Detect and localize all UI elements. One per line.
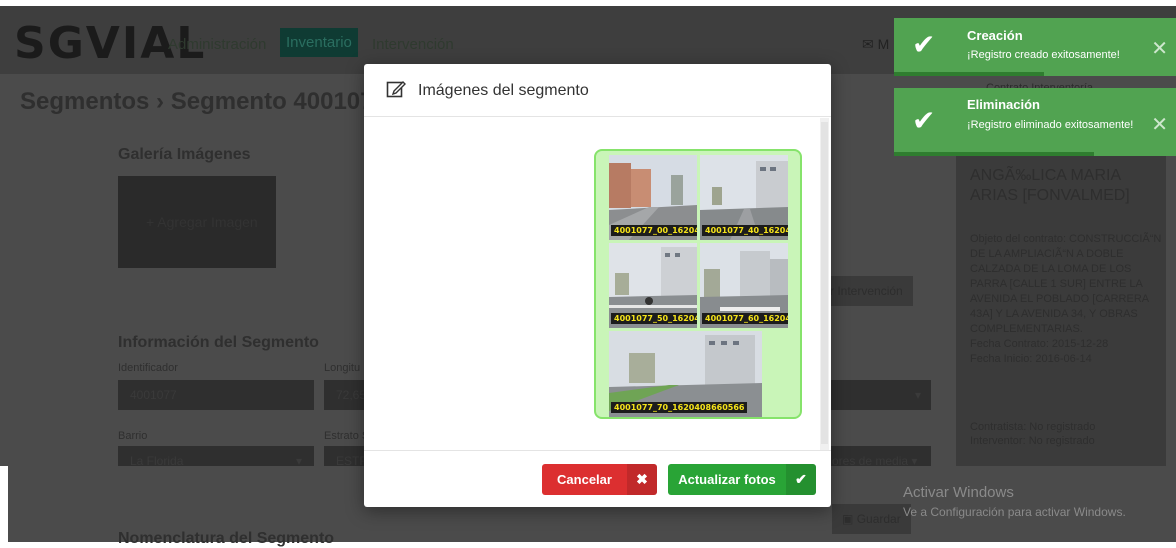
- toast-creation[interactable]: ✔ Creación ¡Registro creado exitosamente…: [894, 18, 1176, 76]
- cancel-button[interactable]: Cancelar ✖: [542, 464, 657, 495]
- media-value: ores de media: [832, 454, 909, 466]
- mail-link[interactable]: ✉ M: [862, 36, 889, 53]
- estrato-label: Estrato S: [324, 430, 370, 442]
- windows-watermark-subtitle: Ve a Configuración para activar Windows.: [903, 505, 1126, 519]
- media-select[interactable]: ores de media ▾: [820, 446, 931, 466]
- barrio-select[interactable]: La Florida ▾: [118, 446, 314, 466]
- barrio-label: Barrio: [118, 430, 148, 442]
- image-caption: 4001077_40_162040: [702, 225, 788, 236]
- image-caption: 4001077_00_162040: [611, 225, 697, 236]
- close-icon[interactable]: ✕: [1151, 36, 1168, 61]
- segment-image-thumbnail[interactable]: 4001077_40_162040: [700, 155, 788, 240]
- longitud-label: Longitu: [324, 362, 361, 374]
- checkmark-icon: ✔: [912, 105, 936, 136]
- segment-info-title: Información del Segmento: [118, 334, 319, 351]
- segment-image-thumbnail[interactable]: 4001077_00_162040: [609, 155, 697, 240]
- toast-deletion[interactable]: ✔ Eliminación ¡Registro eliminado exitos…: [894, 88, 1176, 156]
- segment-images-modal: Imágenes del segmento 4001077_00_162040: [364, 64, 831, 507]
- identificador-field[interactable]: 4001077: [118, 380, 314, 410]
- contract-fecha-inicio: Fecha Inicio: 2016-06-14: [970, 353, 1092, 365]
- identificador-label: Identificador: [118, 362, 178, 374]
- chevron-down-icon: ▾: [295, 454, 302, 466]
- image-caption: 4001077_50_162040: [611, 313, 697, 324]
- contract-details: Objeto del contrato: CONSTRUCCIÃ“N DE LA…: [970, 232, 1162, 367]
- intervention-button[interactable]: r Intervención: [820, 276, 913, 306]
- modal-title: Imágenes del segmento: [418, 82, 589, 99]
- chevron-down-icon: ▾: [914, 388, 921, 402]
- update-photos-button[interactable]: Actualizar fotos ✔: [668, 464, 816, 495]
- image-caption: 4001077_60_162040: [702, 313, 788, 324]
- close-icon: ✖: [627, 464, 657, 495]
- edit-icon: [386, 81, 406, 98]
- nav-inventario[interactable]: Inventario: [280, 28, 358, 57]
- breadcrumb-separator-icon: ›: [156, 88, 165, 115]
- guardar-label: Guardar: [856, 512, 901, 526]
- toast-message: ¡Registro creado exitosamente!: [967, 49, 1120, 61]
- toast-progress-bar: [894, 152, 1094, 156]
- checkmark-icon: ✔: [912, 29, 936, 60]
- nomenclatura-title: Nomenclatura del Segmento: [118, 530, 335, 547]
- nav-intervencion[interactable]: Intervención: [372, 36, 454, 53]
- update-label: Actualizar fotos: [678, 472, 776, 487]
- estrato-select[interactable]: ESTR: [324, 446, 368, 466]
- contract-parties: Contratista: No registrado Interventor: …: [970, 420, 1162, 448]
- image-gallery: 4001077_00_162040 4001077_40_162040 4001…: [594, 149, 802, 419]
- check-icon: ✔: [786, 464, 816, 495]
- gallery-title: Galería Imágenes: [118, 146, 251, 163]
- mail-label: M: [877, 36, 890, 52]
- toast-progress-bar: [894, 72, 1044, 76]
- longitud-field[interactable]: 72,65: [324, 380, 366, 410]
- close-icon[interactable]: ✕: [1151, 112, 1168, 137]
- cancel-label: Cancelar: [557, 472, 612, 487]
- contract-objeto: Objeto del contrato: CONSTRUCCIÃ“N DE LA…: [970, 233, 1162, 335]
- segment-image-thumbnail[interactable]: 4001077_60_162040: [700, 243, 788, 328]
- contract-fecha-contrato: Fecha Contrato: 2015-12-28: [970, 338, 1109, 350]
- toast-title: Creación: [967, 28, 1023, 43]
- segment-image-thumbnail[interactable]: 4001077_70_1620408660566: [609, 331, 762, 417]
- save-icon: ▣: [842, 512, 854, 526]
- contract-name: ANGÃ‰LICA MARIA ARIAS [FONVALMED]: [970, 167, 1130, 204]
- barrio-value: La Florida: [130, 454, 184, 466]
- add-image-label: + Agregar Imagen: [146, 214, 258, 230]
- toast-message: ¡Registro eliminado exitosamente!: [967, 119, 1134, 131]
- add-image-tile[interactable]: + Agregar Imagen: [118, 176, 276, 268]
- guardar-button[interactable]: ▣ Guardar: [832, 504, 911, 534]
- breadcrumb: Segmentos › Segmento 4001077: [20, 88, 387, 116]
- mail-icon: ✉: [862, 36, 874, 52]
- nav-administracion[interactable]: Administración: [168, 36, 266, 53]
- windows-watermark-title: Activar Windows: [903, 484, 1014, 501]
- chevron-down-icon: ▾: [911, 454, 918, 466]
- contract-interventor: Interventor: No registrado: [970, 435, 1095, 447]
- contract-contratista: Contratista: No registrado: [970, 421, 1096, 433]
- select-field-right[interactable]: ▾: [831, 380, 931, 410]
- modal-scrollbar-thumb[interactable]: [821, 122, 828, 444]
- breadcrumb-parent[interactable]: Segmentos: [20, 88, 149, 115]
- toast-title: Eliminación: [967, 97, 1040, 112]
- image-caption: 4001077_70_1620408660566: [611, 402, 748, 413]
- breadcrumb-current: Segmento 4001077: [170, 88, 387, 115]
- segment-image-thumbnail[interactable]: 4001077_50_162040: [609, 243, 697, 328]
